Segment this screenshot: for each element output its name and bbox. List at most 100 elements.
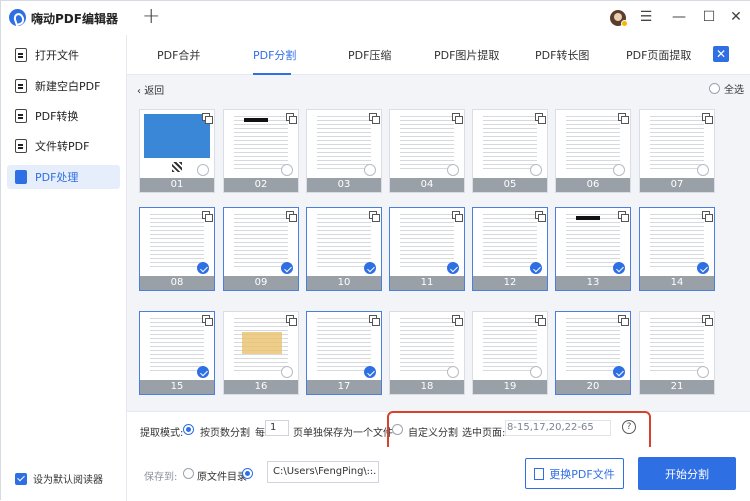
copy-page-icon[interactable] — [618, 113, 629, 124]
checked-circle-icon[interactable] — [364, 366, 376, 378]
checked-circle-icon[interactable] — [530, 262, 542, 274]
copy-page-icon[interactable] — [286, 211, 297, 222]
page-thumbnail[interactable]: 18 — [389, 311, 465, 395]
page-thumbnail[interactable]: 08 — [139, 207, 215, 291]
page-thumbnail[interactable]: 11 — [389, 207, 465, 291]
sidebar-item-pdf-process[interactable]: PDF处理 — [7, 165, 120, 189]
change-pdf-button[interactable]: 更换PDF文件 — [525, 458, 624, 489]
minimize-button[interactable]: — — [668, 7, 690, 27]
page-thumbnail[interactable]: 03 — [306, 109, 382, 193]
page-number: 01 — [140, 178, 214, 192]
page-number: 07 — [640, 178, 714, 192]
page-thumbnail[interactable]: 14 — [639, 207, 715, 291]
unchecked-circle-icon[interactable] — [447, 366, 459, 378]
page-thumbnail[interactable]: 21 — [639, 311, 715, 395]
start-split-button[interactable]: 开始分割 — [638, 457, 736, 490]
copy-page-icon[interactable] — [618, 211, 629, 222]
page-thumbnail[interactable]: 09 — [223, 207, 299, 291]
page-thumbnail[interactable]: 10 — [306, 207, 382, 291]
page-thumbnail[interactable]: 06 — [555, 109, 631, 193]
copy-page-icon[interactable] — [452, 315, 463, 326]
page-thumbnail[interactable]: 17 — [306, 311, 382, 395]
copy-page-icon[interactable] — [369, 113, 380, 124]
checked-circle-icon[interactable] — [281, 262, 293, 274]
unchecked-circle-icon[interactable] — [447, 164, 459, 176]
page-thumbnail[interactable]: 05 — [472, 109, 548, 193]
page-thumbnail[interactable]: 04 — [389, 109, 465, 193]
unchecked-circle-icon[interactable] — [530, 366, 542, 378]
page-thumbnail[interactable]: 01 — [139, 109, 215, 193]
page-thumbnail[interactable]: 13 — [555, 207, 631, 291]
copy-page-icon[interactable] — [452, 211, 463, 222]
page-thumbnail[interactable]: 12 — [472, 207, 548, 291]
unchecked-circle-icon[interactable] — [613, 164, 625, 176]
maximize-button[interactable]: ☐ — [698, 7, 720, 27]
sidebar-item-file-to-pdf[interactable]: 文件转PDF — [7, 134, 120, 158]
copy-page-icon[interactable] — [702, 315, 713, 326]
checked-circle-icon[interactable] — [613, 262, 625, 274]
unchecked-circle-icon[interactable] — [364, 164, 376, 176]
select-all-option[interactable]: 全选 — [709, 81, 744, 96]
by-pages-radio[interactable] — [183, 424, 194, 435]
copy-page-icon[interactable] — [202, 211, 213, 222]
unchecked-circle-icon[interactable] — [197, 164, 209, 176]
copy-page-icon[interactable] — [535, 113, 546, 124]
source-dir-radio[interactable] — [183, 468, 194, 479]
checked-circle-icon[interactable] — [447, 262, 459, 274]
copy-page-icon[interactable] — [286, 315, 297, 326]
page-thumbnail[interactable]: 02 — [223, 109, 299, 193]
menu-icon[interactable]: ☰ — [635, 7, 657, 27]
checked-circle-icon[interactable] — [197, 366, 209, 378]
tab-pdf-merge[interactable]: PDF合并 — [157, 47, 200, 63]
tab-pdf-split[interactable]: PDF分割 — [253, 47, 296, 63]
page-thumbnail[interactable]: 07 — [639, 109, 715, 193]
copy-page-icon[interactable] — [535, 211, 546, 222]
tab-pdf-compress[interactable]: PDF压缩 — [348, 47, 391, 63]
copy-page-icon[interactable] — [702, 211, 713, 222]
default-reader-option[interactable]: 设为默认阅读器 — [15, 471, 103, 486]
copy-page-icon[interactable] — [702, 113, 713, 124]
copy-page-icon[interactable] — [618, 315, 629, 326]
unchecked-circle-icon[interactable] — [281, 164, 293, 176]
source-dir-label: 原文件目录 — [197, 472, 247, 483]
unchecked-circle-icon[interactable] — [697, 164, 709, 176]
default-reader-checkbox[interactable] — [15, 472, 27, 485]
pages-per-file-input[interactable]: 1 — [265, 420, 289, 436]
sidebar-item-pdf-convert[interactable]: PDF转换 — [7, 104, 120, 128]
tab-pdf-to-long-image[interactable]: PDF转长图 — [535, 47, 589, 63]
page-thumbnail[interactable]: 16 — [223, 311, 299, 395]
select-all-radio[interactable] — [709, 83, 720, 94]
unchecked-circle-icon[interactable] — [281, 366, 293, 378]
sidebar-item-open-file[interactable]: 打开文件 — [7, 43, 120, 67]
unchecked-circle-icon[interactable] — [697, 366, 709, 378]
copy-page-icon[interactable] — [286, 113, 297, 124]
checked-circle-icon[interactable] — [364, 262, 376, 274]
browse-folder-button[interactable]: ··· — [363, 462, 373, 482]
copy-page-icon[interactable] — [202, 113, 213, 124]
page-preview — [317, 318, 371, 374]
save-to-label: 保存到: — [144, 472, 178, 483]
copy-page-icon[interactable] — [452, 113, 463, 124]
copy-page-icon[interactable] — [202, 315, 213, 326]
checked-circle-icon[interactable] — [197, 262, 209, 274]
checked-circle-icon[interactable] — [697, 262, 709, 274]
copy-page-icon[interactable] — [369, 211, 380, 222]
page-thumbnail[interactable]: 20 — [555, 311, 631, 395]
copy-page-icon[interactable] — [535, 315, 546, 326]
new-tab-plus-icon[interactable]: + — [142, 4, 160, 29]
page-thumbnail[interactable]: 15 — [139, 311, 215, 395]
custom-path-radio[interactable] — [242, 468, 253, 479]
tab-pdf-image-extract[interactable]: PDF图片提取 — [434, 47, 499, 63]
unchecked-circle-icon[interactable] — [530, 164, 542, 176]
page-preview — [483, 214, 537, 270]
tab-pdf-page-extract[interactable]: PDF页面提取 — [626, 47, 691, 63]
checked-circle-icon[interactable] — [613, 366, 625, 378]
page-thumbnail[interactable]: 19 — [472, 311, 548, 395]
save-path-input[interactable]: C:\Users\FengPing\... ··· — [267, 461, 379, 483]
back-button[interactable]: ‹ 返回 — [137, 82, 164, 97]
close-button[interactable]: ✕ — [725, 7, 747, 27]
close-panel-icon[interactable]: ✕ — [713, 46, 729, 62]
copy-page-icon[interactable] — [369, 315, 380, 326]
sidebar-item-new-blank-pdf[interactable]: 新建空白PDF — [7, 74, 120, 98]
page-number: 08 — [140, 276, 214, 290]
